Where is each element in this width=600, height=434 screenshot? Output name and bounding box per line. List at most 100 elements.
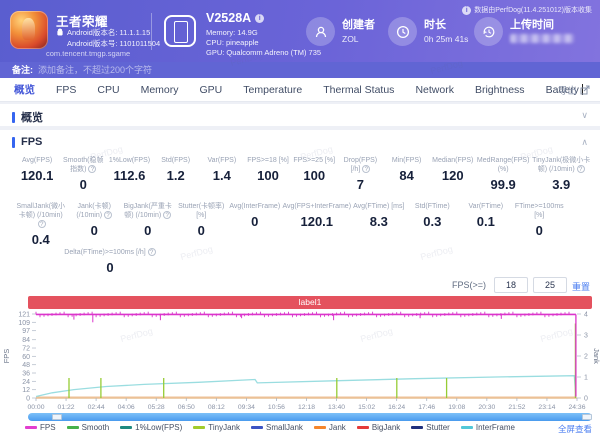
svg-text:04:06: 04:06 [118, 404, 135, 410]
legend-item-FPS[interactable]: FPS [25, 423, 56, 432]
metric-value: 1.4 [212, 168, 231, 184]
tab-bar: 概览 FPS CPU Memory GPU Temperature Thermal Stat… [0, 78, 600, 102]
chart-legend: FPS Smooth 1%Low(FPS) TinyJank SmallJank Jank… [0, 423, 540, 432]
tab-Brightness[interactable]: Brightness [475, 84, 525, 96]
device-model: V2528A i [206, 11, 265, 25]
svg-text:121: 121 [18, 312, 30, 319]
tab-Memory[interactable]: Memory [141, 84, 179, 96]
overview-section-title: 概览 [12, 109, 43, 125]
help-icon[interactable]: ? [163, 211, 172, 220]
metric-label: Stutter(卡顿率) [%] [178, 203, 225, 220]
info-icon: i [462, 6, 472, 15]
scrollbar-handle[interactable] [52, 414, 62, 420]
tab-概览[interactable]: 概览 [14, 82, 35, 97]
metric-value: 0 [106, 260, 114, 276]
svg-text:48: 48 [22, 362, 30, 369]
export-button[interactable]: 导出 [558, 83, 590, 97]
svg-text:2: 2 [584, 354, 588, 361]
svg-text:3: 3 [584, 333, 588, 340]
svg-text:10:56: 10:56 [268, 404, 285, 410]
scrollbar-right-arrow[interactable] [582, 414, 592, 420]
svg-text:17:46: 17:46 [418, 404, 435, 410]
metric-cell: 1%Low(FPS) 112.6 [106, 156, 152, 192]
svg-text:20:30: 20:30 [478, 404, 495, 410]
metric-cell: Median(FPS) 120 [430, 156, 476, 192]
tab-FPS[interactable]: FPS [56, 84, 76, 96]
tab-Network[interactable]: Network [415, 84, 454, 96]
help-icon[interactable]: ? [88, 165, 97, 174]
metric-label: TinyJank(极微小卡顿) (/10min)? [532, 157, 591, 174]
creator-avatar-icon [306, 17, 335, 46]
creator-label: 创建者 [342, 19, 375, 31]
help-icon[interactable]: ? [37, 220, 46, 229]
android-icon [57, 28, 63, 36]
metric-cell: TinyJank(极微小卡顿) (/10min)? 3.9 [530, 156, 592, 192]
note-placeholder: 添加备注，不超过200个字符 [38, 65, 153, 75]
metric-cell: Var(FPS) 1.4 [199, 156, 245, 192]
note-label: 备注: [12, 65, 33, 75]
metric-cell: FPS>=18 [%] 100 [245, 156, 291, 192]
metric-label: Jank(卡顿) (/10min)? [76, 203, 113, 220]
game-app-icon [10, 11, 48, 49]
help-icon[interactable]: ? [362, 165, 371, 174]
metric-value: 0.3 [423, 214, 442, 230]
metric-cell: BigJank(严重卡顿) (/10min)? 0 [121, 202, 175, 247]
fps-collapse-chevron-icon[interactable]: ∧ [581, 137, 588, 148]
metric-cell: Jank(卡顿) (/10min)? 0 [68, 202, 122, 247]
fps-threshold-max-input[interactable] [533, 277, 567, 293]
help-icon[interactable]: ? [576, 165, 585, 174]
tab-Temperature[interactable]: Temperature [243, 84, 302, 96]
svg-text:23:14: 23:14 [538, 404, 555, 410]
legend-item-BigJank[interactable]: BigJank [356, 423, 400, 432]
legend-item-SmallJank[interactable]: SmallJank [251, 423, 303, 432]
tab-Thermal Status[interactable]: Thermal Status [323, 84, 394, 96]
metric-cell: Smooth(稳帧指数)? 0 [60, 156, 106, 192]
svg-text:02:44: 02:44 [88, 404, 105, 410]
tab-GPU[interactable]: GPU [200, 84, 223, 96]
metric-cell: FPS>=25 [%] 100 [291, 156, 337, 192]
help-icon[interactable]: ? [104, 211, 113, 220]
metric-value: 100 [303, 168, 326, 184]
legend-item-1%Low(FPS)[interactable]: 1%Low(FPS) [120, 423, 182, 432]
android-version-name: Android版本名: 11.1.1.15 [56, 27, 150, 38]
metric-label: Std(FPS) [161, 157, 191, 164]
metric-value: 0 [251, 214, 259, 230]
svg-text:1: 1 [584, 375, 588, 382]
legend-swatch [120, 426, 133, 429]
fps-chart[interactable]: 0 12 24 36 48 60 72 84 97 109 121 0 1 2 3 4 00:00 01:22 02… [0, 302, 600, 412]
svg-text:09:34: 09:34 [238, 404, 255, 410]
metric-cell: SmallJank(微小卡顿) (/10min)? 0.4 [14, 202, 68, 247]
metric-value: 8.3 [369, 214, 388, 230]
overview-collapse-chevron-icon[interactable]: ∨ [581, 110, 588, 121]
legend-item-Stutter[interactable]: Stutter [411, 423, 450, 432]
metric-label: Var(FPS) [207, 157, 237, 164]
legend-item-InterFrame[interactable]: InterFrame [460, 423, 515, 432]
svg-text:06:50: 06:50 [178, 404, 195, 410]
svg-text:4: 4 [584, 312, 588, 319]
legend-label: Stutter [426, 423, 450, 432]
fps-threshold-min-input[interactable] [494, 277, 528, 293]
legend-item-Smooth[interactable]: Smooth [66, 423, 110, 432]
legend-item-TinyJank[interactable]: TinyJank [193, 423, 240, 432]
perfdog-report-page: 王者荣耀 Android版本名: 11.1.1.15 Android版本号: 1… [0, 0, 600, 434]
help-icon[interactable]: ? [147, 248, 156, 256]
fps-filter-reset-link[interactable]: 重置 [572, 280, 590, 293]
svg-text:0: 0 [26, 396, 30, 403]
metric-label: Delta(FTime)>=100ms [/h]? [41, 248, 179, 257]
tab-CPU[interactable]: CPU [97, 84, 119, 96]
fullscreen-link[interactable]: 全屏查看 [558, 423, 592, 434]
metric-value: 84 [399, 168, 414, 184]
legend-swatch [25, 426, 38, 429]
device-info-icon[interactable]: i [255, 14, 265, 23]
legend-label: Smooth [81, 423, 110, 432]
metric-label: Std(FTime) [414, 203, 450, 210]
legend-item-Jank[interactable]: Jank [313, 423, 346, 432]
svg-text:Jank: Jank [592, 348, 600, 364]
svg-text:60: 60 [22, 354, 30, 361]
app-package: com.tencent.tmgp.sgame [46, 49, 131, 58]
metric-cell: Avg(FTime) [ms] 8.3 [352, 202, 406, 247]
svg-text:05:28: 05:28 [148, 404, 165, 410]
chart-horizontal-scrollbar[interactable] [28, 413, 592, 421]
note-bar[interactable]: 备注: 添加备注，不超过200个字符 [0, 62, 600, 78]
metric-label: SmallJank(微小卡顿) (/10min)? [16, 203, 66, 229]
